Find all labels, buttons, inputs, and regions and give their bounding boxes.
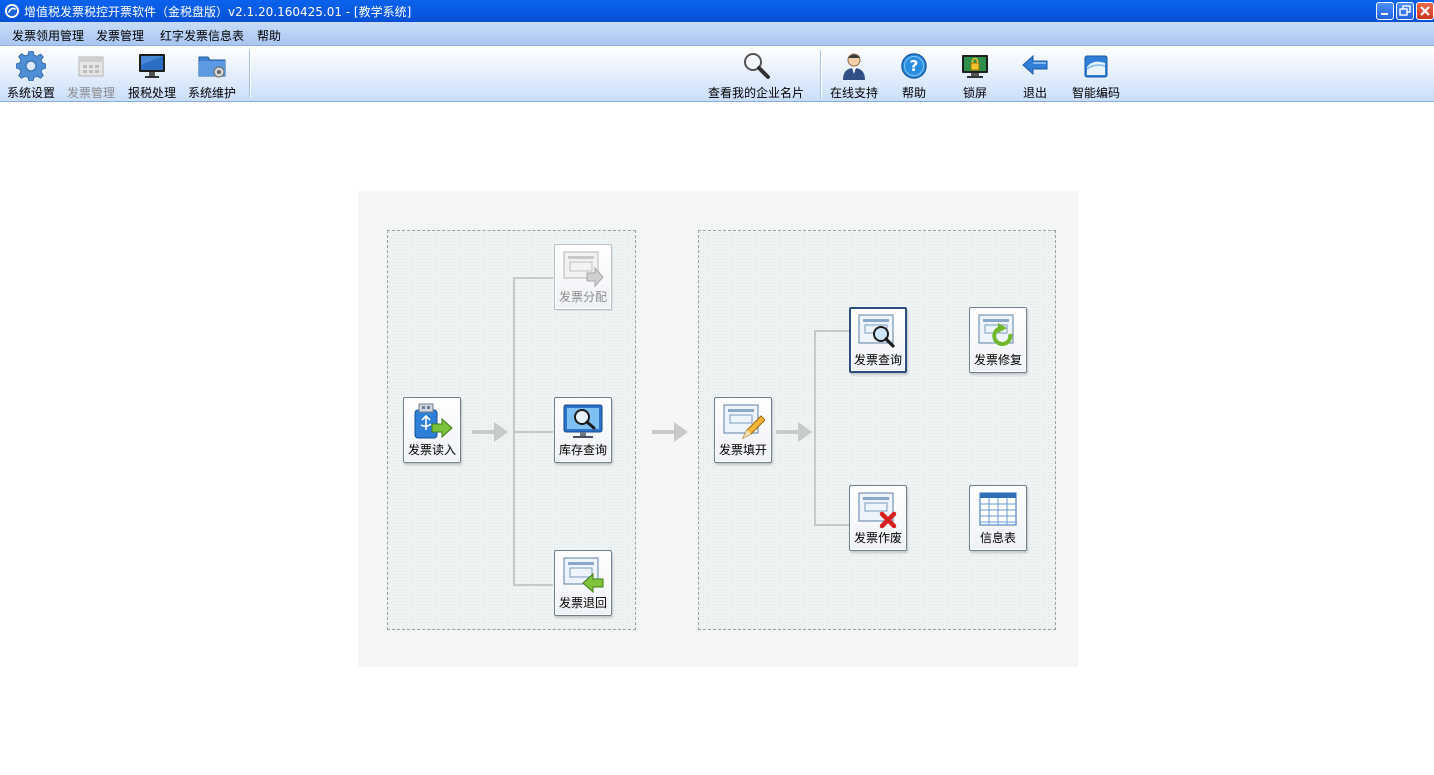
invoice-fill-button[interactable]: 发票填开 [714, 397, 772, 463]
exit-arrow-icon [1022, 54, 1048, 76]
app-logo-icon [5, 4, 19, 18]
toolbar: 系统设置 发票管理 报税处理 系统维护 查看我的企业名片 在线支持 ? 帮助 锁… [0, 46, 1434, 102]
smart-code-button[interactable]: 智能编码 [1066, 46, 1126, 102]
menu-red-invoice-info[interactable]: 红字发票信息表 [160, 27, 244, 44]
toolbar-separator [249, 50, 250, 98]
invoice-search-icon [858, 314, 895, 348]
monitor-icon [139, 54, 165, 78]
menu-bar: 发票领用管理 发票管理 红字发票信息表 帮助 [0, 22, 1434, 46]
invoice-distribute-button[interactable]: 发票分配 [554, 244, 612, 310]
stock-query-label: 库存查询 [558, 443, 607, 457]
invoice-distribute-icon [563, 251, 604, 288]
invoice-grid-icon [78, 56, 104, 77]
minimize-icon [1381, 13, 1388, 15]
system-settings-label: 系统设置 [6, 86, 55, 100]
system-maintenance-button[interactable]: 系统维护 [184, 46, 240, 102]
invoice-void-button[interactable]: 发票作废 [849, 485, 907, 551]
exit-button[interactable]: 退出 [1007, 46, 1063, 102]
support-person-icon [843, 53, 865, 80]
tax-filing-label: 报税处理 [127, 86, 176, 100]
restore-icon [1399, 5, 1411, 16]
info-table-label: 信息表 [979, 531, 1016, 545]
table-icon [979, 492, 1017, 526]
invoice-management-button[interactable]: 发票管理 [63, 46, 119, 102]
flow-arrow-icon [472, 422, 508, 442]
flow-arrow-icon [652, 422, 688, 442]
magnifier-icon [744, 53, 770, 79]
monitor-search-icon [563, 404, 603, 438]
exit-label: 退出 [1022, 86, 1047, 100]
smart-code-icon [1084, 55, 1108, 78]
invoice-repair-label: 发票修复 [973, 353, 1022, 367]
tax-filing-button[interactable]: 报税处理 [124, 46, 180, 102]
invoice-read-label: 发票读入 [407, 443, 456, 457]
menu-invoice-purchase[interactable]: 发票领用管理 [12, 27, 84, 44]
view-business-card-label: 查看我的企业名片 [707, 86, 804, 100]
invoice-fill-label: 发票填开 [718, 443, 767, 457]
flow-arrow-icon [776, 422, 812, 442]
view-business-card-button[interactable]: 查看我的企业名片 [704, 46, 808, 102]
system-settings-button[interactable]: 系统设置 [3, 46, 59, 102]
help-button[interactable]: ? 帮助 [886, 46, 942, 102]
toolbar-separator [820, 50, 821, 98]
gear-icon [16, 51, 46, 81]
invoice-query-button[interactable]: 发票查询 [849, 307, 907, 373]
invoice-return-icon [563, 557, 604, 594]
connector-line [513, 277, 553, 279]
invoice-management-label: 发票管理 [66, 86, 115, 100]
connector-line [814, 330, 849, 332]
lock-screen-label: 锁屏 [962, 86, 987, 100]
system-maintenance-label: 系统维护 [187, 86, 236, 100]
info-table-button[interactable]: 信息表 [969, 485, 1027, 551]
restore-button[interactable] [1396, 2, 1414, 20]
close-button[interactable] [1416, 2, 1434, 20]
help-label: 帮助 [901, 86, 926, 100]
menu-invoice-management[interactable]: 发票管理 [96, 27, 144, 44]
stock-query-button[interactable]: 库存查询 [554, 397, 612, 463]
invoice-distribute-label: 发票分配 [558, 290, 607, 304]
usb-import-icon [414, 403, 453, 439]
invoice-flow-panel: 发票读入 发票分配 库存查询 发票退回 发票填开 发票查询 发票修复 发票作废 … [358, 191, 1078, 667]
invoice-query-label: 发票查询 [853, 353, 902, 367]
invoice-return-button[interactable]: 发票退回 [554, 550, 612, 616]
connector-line [814, 330, 816, 526]
connector-line [513, 584, 553, 586]
minimize-button[interactable] [1376, 2, 1394, 20]
invoice-return-label: 发票退回 [558, 596, 607, 610]
invoice-repair-icon [978, 314, 1014, 346]
help-icon: ? [901, 53, 927, 79]
svg-text:?: ? [910, 57, 919, 75]
invoice-repair-button[interactable]: 发票修复 [969, 307, 1027, 373]
window-title: 增值税发票税控开票软件（金税盘版）v2.1.20.160425.01 - [教学… [24, 5, 412, 19]
menu-help[interactable]: 帮助 [257, 27, 281, 44]
title-bar: 增值税发票税控开票软件（金税盘版）v2.1.20.160425.01 - [教学… [0, 0, 1434, 22]
lock-screen-icon [962, 55, 988, 78]
connector-line [513, 431, 553, 433]
invoice-void-icon [858, 492, 897, 529]
folder-gear-icon [198, 56, 226, 78]
online-support-label: 在线支持 [829, 86, 878, 100]
close-icon [1420, 6, 1430, 16]
connector-line [814, 524, 849, 526]
invoice-write-icon [723, 404, 765, 440]
smart-code-label: 智能编码 [1071, 86, 1120, 100]
invoice-void-label: 发票作废 [853, 531, 902, 545]
invoice-read-button[interactable]: 发票读入 [403, 397, 461, 463]
lock-screen-button[interactable]: 锁屏 [947, 46, 1003, 102]
online-support-button[interactable]: 在线支持 [826, 46, 882, 102]
